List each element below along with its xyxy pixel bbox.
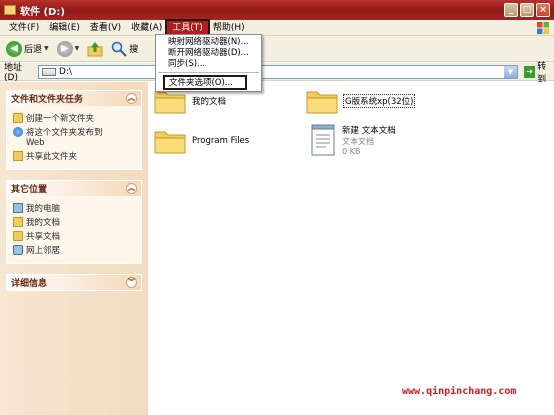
- panel-title: 文件和文件夹任务: [11, 95, 84, 105]
- shared-folder-icon: [13, 231, 23, 241]
- folder-icon: [306, 91, 338, 114]
- menu-item-disconnect-drive[interactable]: 断开网络驱动器(D)...: [156, 48, 261, 59]
- panel-title: 详细信息: [11, 279, 48, 289]
- address-bar: 地址(D) D:\ ▼ ➜ 转到: [0, 62, 554, 85]
- new-folder-icon: [13, 113, 23, 123]
- file-tasks-panel: 文件和文件夹任务 ︽ 创建一个新文件夹 将这个文件夹发布到 Web 共享此文件夹: [6, 90, 142, 170]
- back-arrow-icon: ◀: [6, 40, 22, 57]
- go-arrow-icon: ➜: [523, 65, 536, 78]
- minimize-button[interactable]: _: [504, 3, 518, 17]
- back-button[interactable]: ◀ 后退 ▼: [4, 38, 51, 60]
- chevron-up-icon[interactable]: ︽: [126, 93, 137, 104]
- address-value: D:\: [58, 66, 72, 77]
- menu-favorites[interactable]: 收藏(A): [126, 21, 167, 35]
- title-bar: 软件 (D:) _ □ ×: [0, 0, 554, 20]
- menu-separator: [158, 72, 259, 73]
- go-button[interactable]: ➜ 转到: [523, 59, 554, 85]
- other-places-panel: 其它位置 ︽ 我的电脑 我的文档 共享文档 网上邻居: [6, 180, 142, 264]
- address-dropdown-button[interactable]: ▼: [503, 65, 517, 78]
- file-view: 我的文档 G版系统xp(32位) Program Files 新建 文本文档 文…: [148, 82, 554, 415]
- search-icon: [112, 41, 127, 57]
- watermark: www.qinpinchang.com: [402, 386, 517, 397]
- up-folder-button[interactable]: [85, 38, 105, 60]
- address-input[interactable]: D:\ ▼: [37, 64, 518, 79]
- maximize-button[interactable]: □: [520, 3, 534, 17]
- file-size: 0 KB: [342, 147, 361, 156]
- menu-item-sync[interactable]: 同步(S)...: [156, 59, 261, 70]
- up-folder-icon: [87, 41, 103, 56]
- toolbar: ◀ 后退 ▼ ▶ ▼ 搜: [0, 36, 554, 62]
- details-panel: 详细信息 ︾: [6, 274, 142, 291]
- tools-menu: 映射网络驱动器(N)... 断开网络驱动器(D)... 同步(S)... 文件夹…: [155, 34, 262, 92]
- network-icon: [13, 245, 23, 255]
- globe-icon: [13, 127, 23, 137]
- windows-logo-icon: [537, 22, 549, 34]
- chevron-down-icon: ▼: [74, 45, 80, 52]
- menu-item-map-drive[interactable]: 映射网络驱动器(N)...: [156, 37, 261, 48]
- share-folder-icon: [13, 151, 23, 161]
- file-item[interactable]: G版系统xp(32位): [306, 88, 416, 114]
- menu-bar: 文件(F) 编辑(E) 查看(V) 收藏(A) 工具(T) 帮助(H): [0, 18, 554, 37]
- menu-help[interactable]: 帮助(H): [208, 21, 250, 35]
- file-type: 文本文档: [342, 137, 374, 146]
- computer-icon: [13, 203, 23, 213]
- drive-icon: [41, 67, 56, 76]
- menu-tools[interactable]: 工具(T): [165, 18, 210, 37]
- folder-icon: [4, 5, 16, 15]
- window-controls: _ □ ×: [504, 3, 550, 17]
- chevron-down-icon[interactable]: ︾: [126, 277, 137, 288]
- place-my-documents[interactable]: 我的文档: [13, 216, 135, 228]
- forward-arrow-icon: ▶: [56, 40, 73, 57]
- file-item[interactable]: Program Files: [154, 128, 249, 154]
- menu-item-folder-options[interactable]: 文件夹选项(O)...: [163, 75, 247, 90]
- close-button[interactable]: ×: [536, 3, 550, 17]
- chevron-down-icon: ▼: [44, 45, 49, 52]
- documents-folder-icon: [13, 217, 23, 227]
- chevron-up-icon[interactable]: ︽: [126, 183, 137, 194]
- place-network[interactable]: 网上邻居: [13, 244, 135, 256]
- menu-edit[interactable]: 编辑(E): [44, 21, 85, 35]
- task-publish-web[interactable]: 将这个文件夹发布到 Web: [13, 126, 135, 148]
- file-name: 我的文档: [192, 97, 227, 107]
- file-item[interactable]: 新建 文本文档 文本文档 0 KB: [310, 124, 396, 156]
- menu-view[interactable]: 查看(V): [85, 21, 126, 35]
- go-label: 转到: [537, 61, 547, 85]
- task-pane: 文件和文件夹任务 ︽ 创建一个新文件夹 将这个文件夹发布到 Web 共享此文件夹 …: [0, 82, 148, 415]
- address-label: 地址(D): [4, 63, 23, 83]
- folder-icon: [154, 131, 186, 154]
- task-new-folder[interactable]: 创建一个新文件夹: [13, 112, 135, 124]
- details-header[interactable]: 详细信息 ︾: [7, 275, 141, 290]
- search-label: 搜: [129, 45, 139, 55]
- panel-title: 其它位置: [11, 185, 48, 195]
- other-places-header[interactable]: 其它位置 ︽: [7, 181, 141, 196]
- place-my-computer[interactable]: 我的电脑: [13, 202, 135, 214]
- file-tasks-header[interactable]: 文件和文件夹任务 ︽: [7, 91, 141, 106]
- back-label: 后退: [24, 45, 43, 55]
- menu-file[interactable]: 文件(F): [4, 21, 44, 35]
- file-name: Program Files: [192, 136, 250, 146]
- forward-button[interactable]: ▶ ▼: [55, 38, 82, 60]
- file-name: 新建 文本文档: [342, 126, 396, 136]
- task-share-folder[interactable]: 共享此文件夹: [13, 150, 135, 162]
- text-document-icon: [311, 124, 335, 156]
- file-name: G版系统xp(32位): [342, 94, 416, 108]
- window-title: 软件 (D:): [20, 6, 65, 18]
- search-button[interactable]: 搜: [109, 38, 140, 60]
- place-shared-documents[interactable]: 共享文档: [13, 230, 135, 242]
